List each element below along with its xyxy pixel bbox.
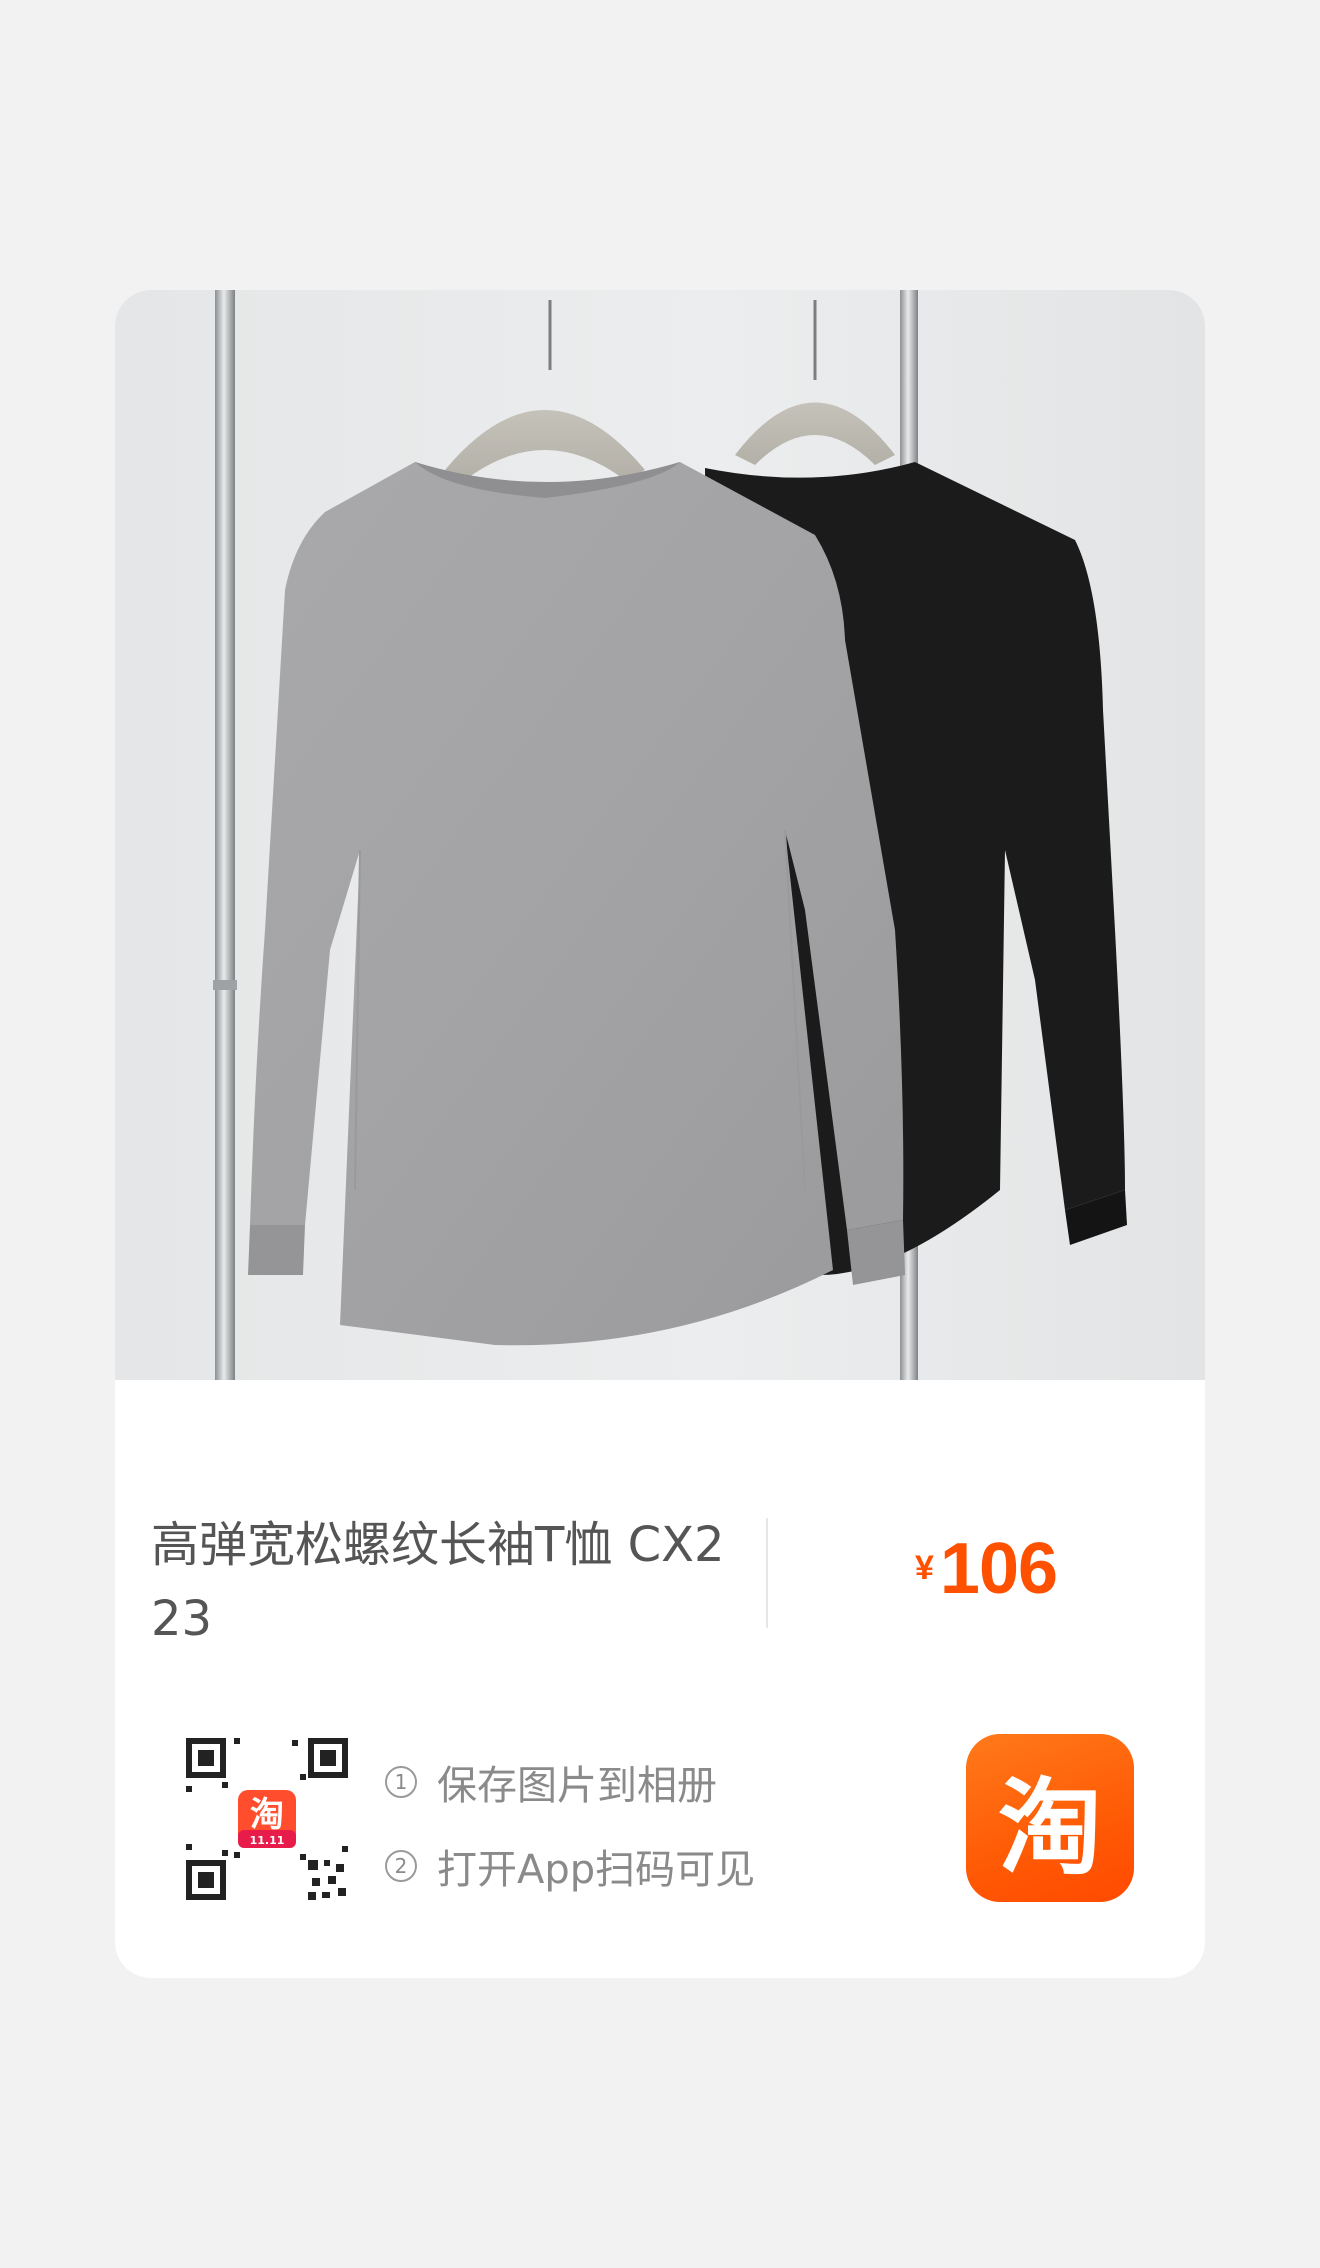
qr-code-icon[interactable]: 淘 11.11 — [182, 1734, 352, 1904]
step-number-1: 1 — [385, 1766, 417, 1798]
taobao-logo-glyph: 淘 — [997, 1766, 1102, 1889]
step-label: 保存图片到相册 — [437, 1763, 717, 1809]
product-share-card: 高弹宽松螺纹长袖T恤 CX223 ¥106 淘 11.11 1 保存图片到相册 … — [115, 290, 1205, 1978]
qr-badge-caption: 11.11 — [250, 1834, 285, 1847]
step-number-2: 2 — [385, 1850, 417, 1882]
product-price: ¥106 — [915, 1528, 1058, 1610]
taobao-logo-icon[interactable]: 淘 — [966, 1734, 1134, 1902]
step-open-app: 2 打开App扫码可见 — [385, 1824, 755, 1908]
product-photo — [115, 290, 1205, 1380]
currency-symbol: ¥ — [915, 1549, 934, 1587]
step-label: 打开App扫码可见 — [437, 1847, 756, 1893]
qr-badge-glyph: 淘 — [250, 1795, 284, 1835]
divider — [766, 1518, 768, 1628]
step-save-image: 1 保存图片到相册 — [385, 1740, 755, 1824]
product-title[interactable]: 高弹宽松螺纹长袖T恤 CX223 — [151, 1508, 751, 1656]
share-instructions: 1 保存图片到相册 2 打开App扫码可见 — [385, 1740, 755, 1908]
price-amount: 106 — [939, 1529, 1058, 1609]
